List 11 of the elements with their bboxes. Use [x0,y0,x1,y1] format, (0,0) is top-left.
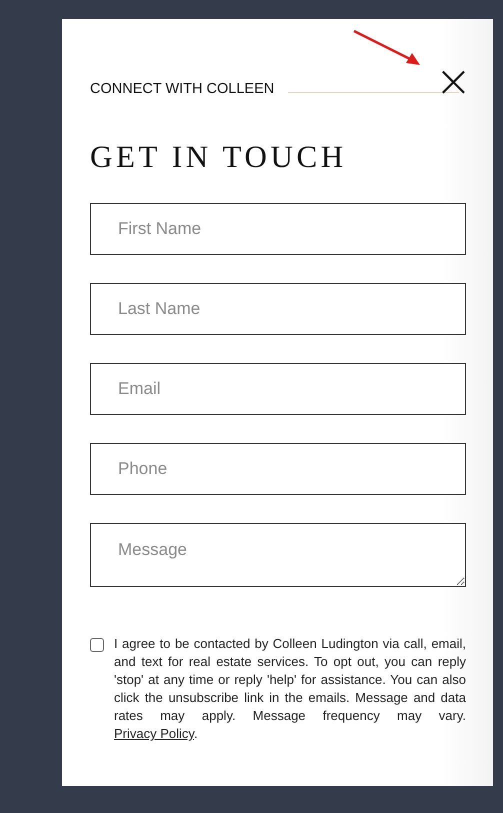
input-field[interactable]: Last Name [90,283,466,335]
section-eyebrow: CONNECT WITH COLLEEN [90,81,274,97]
consent-text: I agree to be contacted by Colleen Ludington via call, email, and text for real estate services. To opt out, you can reply 'stop' at any time or reply 'help' for assistance. You can also click the unsubscribe link in the emails. Message and data rates may apply. Message frequency may vary. Privacy Policy. [114,635,466,743]
close-button[interactable]: × [435,67,465,97]
message-field[interactable]: Message [90,523,466,587]
form-title: GET IN TOUCH [90,139,348,175]
input-field[interactable]: Phone [90,443,466,495]
input-field[interactable]: Email [90,363,466,415]
privacy-policy-link[interactable]: Privacy Policy [114,726,194,741]
input-field[interactable]: First Name [90,203,466,255]
consent-checkbox[interactable] [90,638,104,652]
